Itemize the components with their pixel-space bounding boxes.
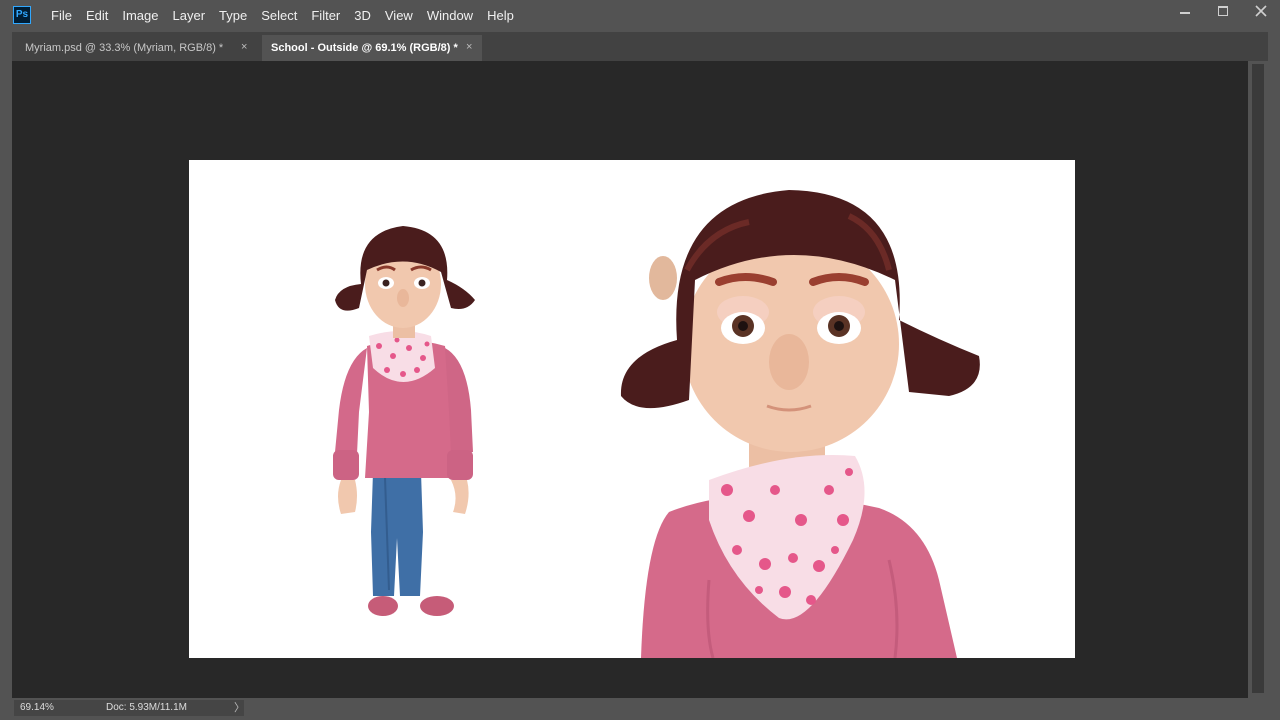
clay-figure-artwork: [333, 190, 980, 658]
image-canvas[interactable]: [189, 160, 1075, 658]
status-bar: 69.14% Doc: 5.93M/11.1M 〉: [12, 698, 1268, 718]
vertical-scrollbar[interactable]: [1248, 61, 1268, 698]
right-panel-edge: [1268, 32, 1280, 720]
tab-school-outside[interactable]: School - Outside @ 69.1% (RGB/8) * ×: [262, 35, 482, 61]
menu-bar: Ps File Edit Image Layer Type Select Fil…: [0, 0, 1280, 32]
tab-close-icon[interactable]: ×: [466, 41, 472, 53]
menu-type[interactable]: Type: [212, 0, 254, 32]
tab-myriam-psd[interactable]: Myriam.psd @ 33.3% (Myriam, RGB/8) * ×: [12, 35, 257, 61]
maximize-button[interactable]: [1204, 0, 1242, 22]
canvas-pasteboard[interactable]: [12, 61, 1248, 698]
menu-file[interactable]: File: [44, 0, 79, 32]
menu-help[interactable]: Help: [480, 0, 521, 32]
window-controls: [1166, 0, 1280, 24]
close-window-button[interactable]: [1242, 0, 1280, 22]
small-clay-figure: [333, 226, 475, 616]
menu-items: File Edit Image Layer Type Select Filter…: [44, 0, 521, 32]
tab-close-icon[interactable]: ×: [241, 41, 247, 53]
document-info[interactable]: Doc: 5.93M/11.1M: [64, 700, 244, 716]
menu-layer[interactable]: Layer: [166, 0, 213, 32]
menu-image[interactable]: Image: [115, 0, 165, 32]
large-clay-portrait: [620, 190, 980, 658]
menu-filter[interactable]: Filter: [304, 0, 347, 32]
status-menu-arrow-icon[interactable]: 〉: [234, 700, 245, 716]
tab-label: School - Outside @ 69.1% (RGB/8) *: [271, 42, 458, 54]
menu-view[interactable]: View: [378, 0, 420, 32]
photoshop-window: Ps File Edit Image Layer Type Select Fil…: [0, 0, 1280, 720]
tab-label: Myriam.psd @ 33.3% (Myriam, RGB/8) *: [25, 42, 224, 54]
photoshop-logo-icon: Ps: [13, 6, 31, 24]
scrollbar-track[interactable]: [1252, 64, 1264, 693]
menu-edit[interactable]: Edit: [79, 0, 115, 32]
zoom-level-field[interactable]: 69.14%: [14, 700, 64, 716]
menu-window[interactable]: Window: [420, 0, 480, 32]
minimize-button[interactable]: [1166, 0, 1204, 22]
menu-select[interactable]: Select: [254, 0, 304, 32]
document-area: Myriam.psd @ 33.3% (Myriam, RGB/8) * × S…: [12, 32, 1268, 718]
document-tab-bar: Myriam.psd @ 33.3% (Myriam, RGB/8) * × S…: [12, 32, 1268, 61]
close-icon: [1255, 5, 1267, 17]
menu-3d[interactable]: 3D: [347, 0, 378, 32]
